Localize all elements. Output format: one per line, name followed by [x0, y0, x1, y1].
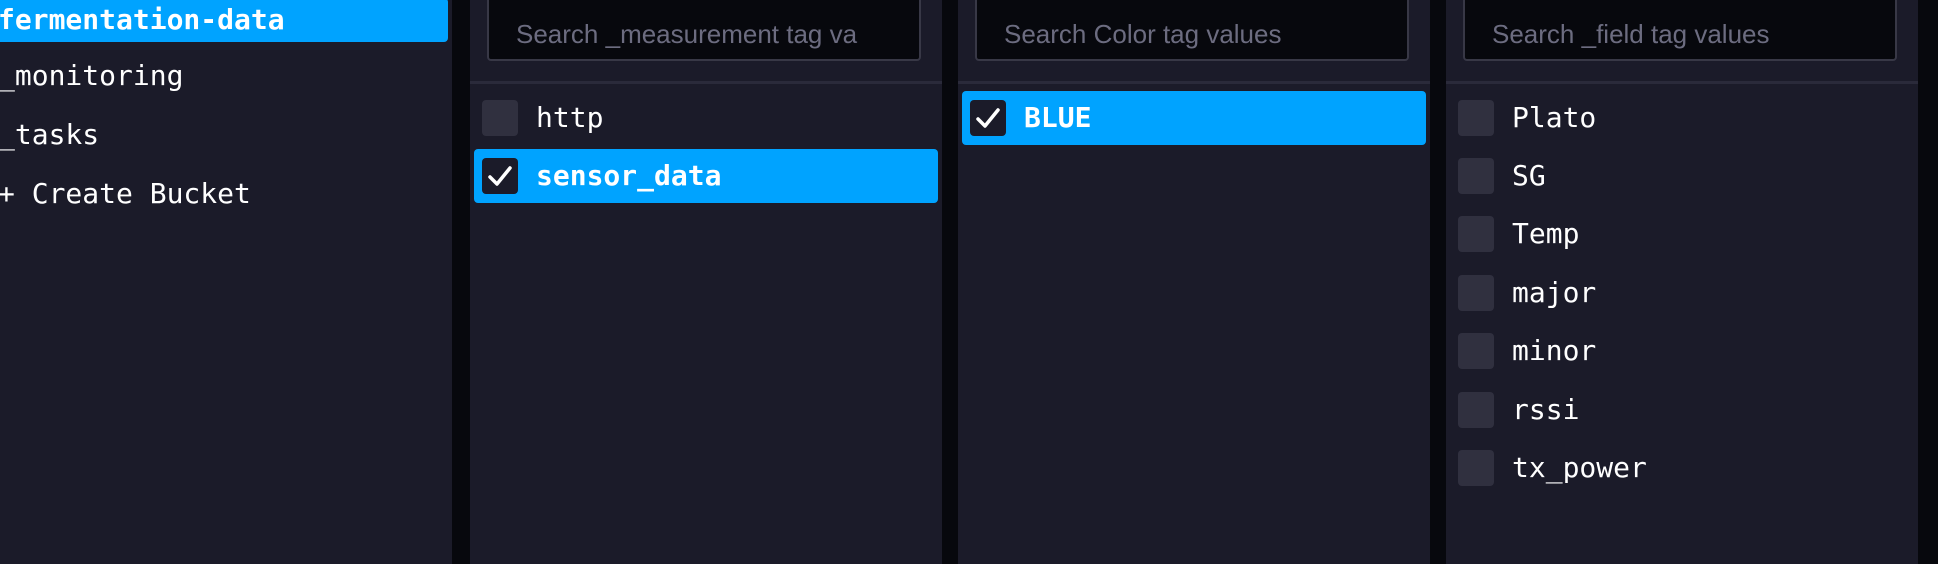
- bucket-item-monitoring[interactable]: _monitoring: [0, 54, 183, 98]
- bucket-item-label: _tasks: [0, 118, 100, 151]
- checkbox[interactable]: [1458, 158, 1494, 194]
- tag-row-tx-power[interactable]: tx_power: [1450, 441, 1914, 495]
- measurement-search-input[interactable]: [487, 0, 921, 61]
- tag-row-temp[interactable]: Temp: [1450, 207, 1914, 261]
- checkbox[interactable]: [1458, 333, 1494, 369]
- tag-label: BLUE: [1024, 101, 1092, 134]
- tag-label: SG: [1512, 159, 1546, 192]
- check-icon: [976, 108, 1000, 128]
- checkbox[interactable]: [1458, 392, 1494, 428]
- checkbox-checked[interactable]: [970, 100, 1006, 136]
- measurement-tag-column: http sensor_data: [470, 0, 942, 564]
- tag-row-rssi[interactable]: rssi: [1450, 383, 1914, 437]
- tag-row-major[interactable]: major: [1450, 266, 1914, 320]
- create-bucket-button[interactable]: + Create Bucket: [0, 172, 251, 216]
- tag-label: minor: [1512, 334, 1597, 367]
- tag-row-sg[interactable]: SG: [1450, 149, 1914, 203]
- tag-label: rssi: [1512, 393, 1580, 426]
- color-tag-column: BLUE: [958, 0, 1430, 564]
- checkbox-checked[interactable]: [482, 158, 518, 194]
- tag-row-http[interactable]: http: [474, 91, 938, 145]
- tag-label: sensor_data: [536, 159, 722, 192]
- column-divider: [1446, 81, 1918, 84]
- field-search-input[interactable]: [1463, 0, 1897, 61]
- tag-row-plato[interactable]: Plato: [1450, 91, 1914, 145]
- color-search-input[interactable]: [975, 0, 1409, 61]
- column-divider: [470, 81, 942, 84]
- tag-label: http: [536, 101, 604, 134]
- bucket-item-label: fermentation-data: [0, 3, 285, 36]
- tag-row-sensor-data[interactable]: sensor_data: [474, 149, 938, 203]
- checkbox[interactable]: [1458, 100, 1494, 136]
- tag-label: Plato: [1512, 101, 1597, 134]
- checkbox[interactable]: [1458, 275, 1494, 311]
- tag-row-minor[interactable]: minor: [1450, 324, 1914, 378]
- bucket-list-panel: fermentation-data _monitoring _tasks + C…: [0, 0, 452, 564]
- checkbox[interactable]: [1458, 216, 1494, 252]
- bucket-item-tasks[interactable]: _tasks: [0, 113, 99, 157]
- checkbox[interactable]: [482, 100, 518, 136]
- tag-label: major: [1512, 276, 1597, 309]
- bucket-item-label: _monitoring: [0, 59, 184, 92]
- column-divider: [958, 81, 1430, 84]
- tag-label: tx_power: [1512, 451, 1647, 484]
- bucket-item-fermentation-data[interactable]: fermentation-data: [0, 0, 448, 42]
- field-tag-column: Plato SG Temp major minor rssi tx_power: [1446, 0, 1918, 564]
- checkbox[interactable]: [1458, 450, 1494, 486]
- check-icon: [488, 166, 512, 186]
- tag-label: Temp: [1512, 217, 1580, 250]
- create-bucket-label: + Create Bucket: [0, 177, 251, 210]
- tag-row-blue[interactable]: BLUE: [962, 91, 1426, 145]
